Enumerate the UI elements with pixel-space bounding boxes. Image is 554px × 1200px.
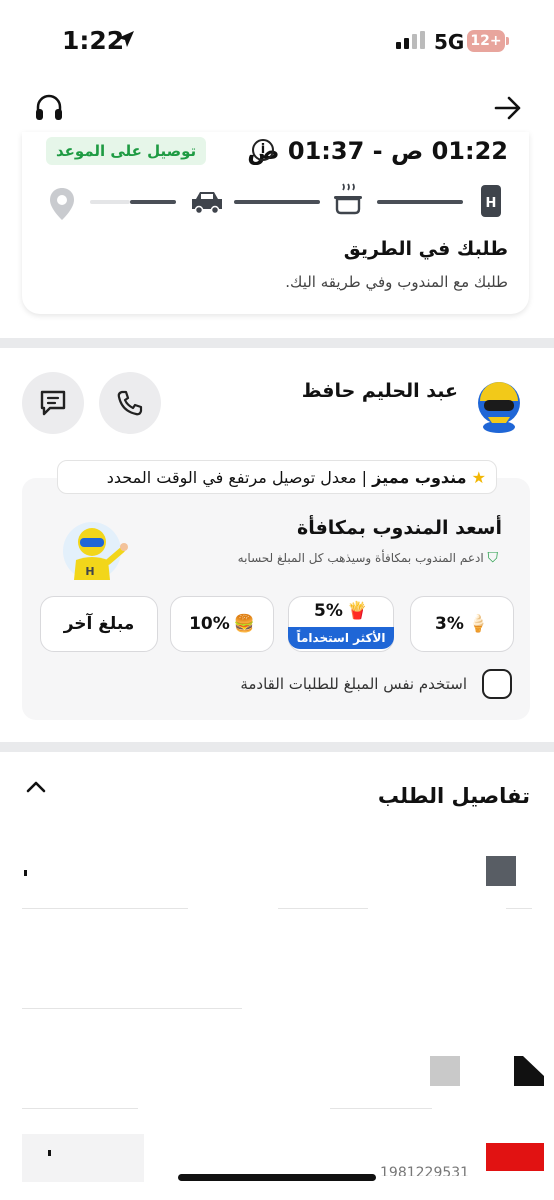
section-divider [0,742,554,752]
location-arrow-icon [118,31,134,47]
cooking-pot-icon [334,183,362,215]
most-used-badge: الأكثر استخداماً [288,627,394,649]
store-building-icon: H [481,185,501,217]
star-icon: ★ [471,468,486,487]
row-divider [330,1108,432,1109]
redacted-mark [48,1150,51,1156]
tip-title: أسعد المندوب بمكافأة [297,517,502,539]
row-divider [22,1108,138,1109]
svg-text:H: H [486,196,497,211]
courier-name: عبد الحليم حافظ [301,380,458,402]
order-status-title: طلبك في الطريق [343,238,508,260]
same-amount-checkbox[interactable] [482,669,512,699]
featured-description: معدل توصيل مرتفع في الوقت المحدد [106,468,357,487]
tip-option-label: مبلغ آخر [63,614,135,634]
featured-courier-banner: ★ مندوب مميز | معدل توصيل مرتفع في الوقت… [57,460,497,494]
row-divider [22,908,188,909]
home-indicator [178,1174,376,1181]
fries-icon: 🍟 [346,601,369,621]
chat-icon [40,390,66,416]
shield-check-icon: ⛉ [487,550,499,566]
back-arrow-icon[interactable] [494,96,522,120]
tip-option-label: 5% [313,601,343,621]
chat-button[interactable] [22,372,84,434]
redacted-block [430,1056,460,1086]
tip-option-other[interactable]: مبلغ آخر [40,596,158,652]
row-divider [506,908,532,909]
progress-segment-pending [90,200,130,204]
info-icon[interactable]: i [252,139,274,161]
order-details-title: تفاصيل الطلب [377,784,530,808]
order-item-thumbnail [486,856,516,886]
redacted-mark [24,870,27,876]
order-number-partial: 1981229531 [380,1166,470,1176]
eta-range: 01:22 ص - 01:37 ص [247,137,508,165]
network-type: 5G [434,30,465,54]
progress-segment-active [130,200,176,204]
support-headset-icon[interactable] [34,94,64,122]
burger-icon: 🍔 [233,614,255,634]
redacted-block [514,1056,544,1086]
battery-indicator: 12+ [467,30,505,52]
call-button[interactable] [99,372,161,434]
redacted-block [486,1143,544,1171]
courier-avatar [478,382,520,433]
location-pin-icon [50,188,74,220]
tip-option-label: 3% [434,614,464,634]
tip-option-3[interactable]: 🍦 3% [410,596,514,652]
status-time: 1:22 [62,26,125,55]
chevron-up-icon[interactable] [26,780,46,794]
tip-option-10[interactable]: 🍔 10% [170,596,274,652]
tip-option-label: 10% [189,614,230,634]
car-icon [192,192,222,215]
order-status-subtitle: طلبك مع المندوب وفي طريقه اليك. [285,273,508,291]
progress-segment-done-2 [377,200,463,204]
row-divider [22,1008,242,1009]
redacted-block [22,1134,144,1182]
battery-tip [506,37,509,45]
row-divider [278,908,368,909]
tip-description: ⛉ ادعم المندوب بمكافأة وسيذهب كل المبلغ … [237,550,499,566]
ice-cream-icon: 🍦 [467,614,490,634]
courier-illustration: H [63,522,128,580]
progress-segment-done-1 [234,200,320,204]
on-time-badge: توصيل على الموعد [46,137,207,165]
svg-text:H: H [85,565,94,578]
section-divider [0,338,554,348]
signal-icon [396,31,425,49]
same-amount-label: استخدم نفس المبلغ للطلبات القادمة [240,675,467,693]
featured-label: مندوب مميز [372,468,467,487]
phone-icon [117,390,143,416]
